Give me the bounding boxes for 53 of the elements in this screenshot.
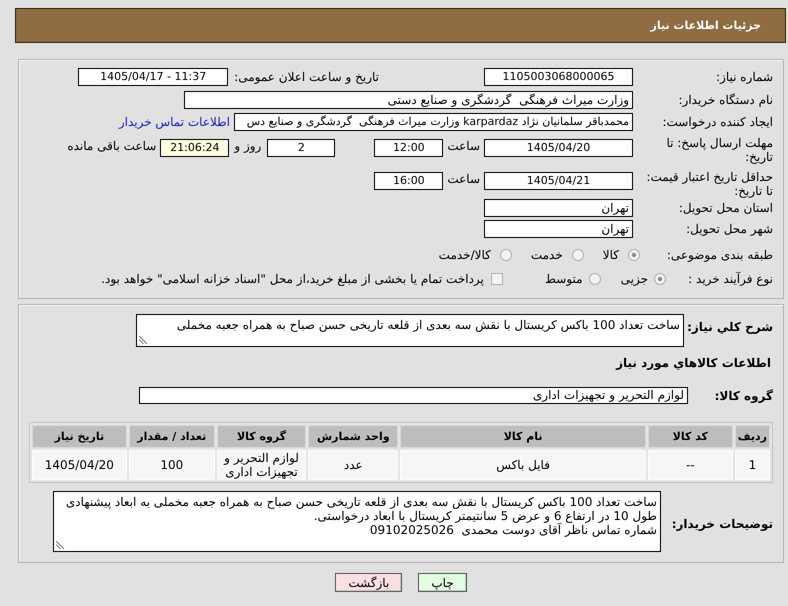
validity-date-field[interactable]: 1405/04/21	[484, 172, 633, 190]
column-header: کد کالا	[648, 425, 733, 448]
section-title: اطلاعات کالاهاي مورد نیاز	[616, 356, 771, 370]
deadline-date-field[interactable]: 1405/04/20	[484, 139, 633, 157]
goods-group-field[interactable]: لوازم التحریر و تجهیزات اداری	[139, 387, 688, 404]
remaining-days-field[interactable]: 2	[267, 139, 336, 157]
resize-grip-icon[interactable]	[56, 541, 64, 549]
remaining-label: ساعت باقی مانده	[67, 139, 156, 153]
price-validity-label: حداقل تاریخ اعتبار قیمت: تا تاریخ:	[645, 170, 773, 198]
purchase-process-label: نوع فرآیند خرید :	[688, 272, 773, 286]
delivery-city-label: شهر محل تحویل:	[686, 222, 773, 236]
column-header: ردیف	[734, 425, 770, 448]
delivery-province-label: استان محل تحویل:	[678, 201, 773, 215]
back-button[interactable]: بازگشت	[335, 573, 402, 592]
resize-grip-icon[interactable]	[139, 336, 147, 344]
announce-date-label: تاریخ و ساعت اعلان عمومی:	[234, 70, 379, 84]
buyer-org-field[interactable]: وزارت میراث فرهنگی گردشگری و صنایع دستی	[184, 90, 633, 108]
requester-label: ایجاد کننده درخواست:	[662, 115, 773, 129]
subject-category-label: طبقه بندی موضوعی:	[666, 248, 773, 262]
buyer-notes-textarea[interactable]: ساخت تعداد 100 باکس کریستال با نقش سه بعدی از قلعه تاریخی حسن صباح به همراه جعبه مخملی به ابعاد پیشنهادی طول 10 در ارتفاع 6 و عرض 5 سانتیمتر کریستال با ابعاد درخواستی. شماره تماس ناظر آقای دوست محمدی 09102025026	[53, 491, 661, 552]
buyer-org-label: نام دستگاه خریدار:	[678, 92, 773, 106]
time-label: ساعت	[447, 172, 480, 186]
table-cell: لوازم التحریر و تجهیزات اداری	[216, 450, 306, 480]
table-cell: 100	[128, 450, 215, 480]
description-textarea[interactable]: ساخت تعداد 100 باکس کریستال با نقش سه بعدی از قلعه تاریخی حسن صباح به همراه جعبه مخملی	[136, 314, 684, 347]
table-cell: عدد	[308, 450, 398, 480]
column-header: واحد شمارش	[308, 425, 398, 448]
page-title: جزئیات اطلاعات نیاز	[650, 19, 761, 32]
column-header: تاریخ نیاز	[32, 425, 127, 448]
remaining-time-field[interactable]: 21:06:24	[160, 139, 230, 157]
response-deadline-label: مهلت ارسال پاسخ: تا تاریخ:	[665, 136, 773, 164]
days-label: روز و	[234, 139, 262, 153]
print-button[interactable]: چاپ	[418, 573, 467, 592]
column-header: گروه کالا	[216, 425, 306, 448]
goods-group-label: گروه کالا:	[714, 388, 773, 402]
requester-field[interactable]: محمدباقر سلمانیان نژاد karpardaz وزارت میراث فرهنگی گردشگری و صنایع دس	[234, 113, 633, 131]
column-header: نام کالا	[400, 425, 646, 448]
announce-date-field[interactable]: 1405/04/17 - 11:37	[78, 68, 228, 86]
description-label: شرح کلي نیاز:	[687, 320, 773, 334]
time-label: ساعت	[447, 139, 480, 153]
buyer-notes-label: توضیحات خریدار:	[672, 517, 773, 531]
delivery-province-field[interactable]: تهران	[484, 199, 633, 217]
need-number-field[interactable]: 1105003068000065	[484, 68, 633, 86]
deadline-time-field[interactable]: 12:00	[374, 139, 444, 157]
delivery-city-field[interactable]: تهران	[484, 220, 633, 238]
table-cell: فایل باکس	[400, 450, 646, 480]
contact-link[interactable]: اطلاعات تماس خریدار	[118, 115, 230, 129]
table-cell: --	[648, 450, 733, 480]
column-header: تعداد / مقدار	[128, 425, 215, 448]
table-cell: 1	[734, 450, 770, 480]
need-number-label: شماره نیاز:	[716, 70, 773, 84]
validity-time-field[interactable]: 16:00	[374, 172, 444, 190]
table-cell: 1405/04/20	[32, 450, 127, 480]
